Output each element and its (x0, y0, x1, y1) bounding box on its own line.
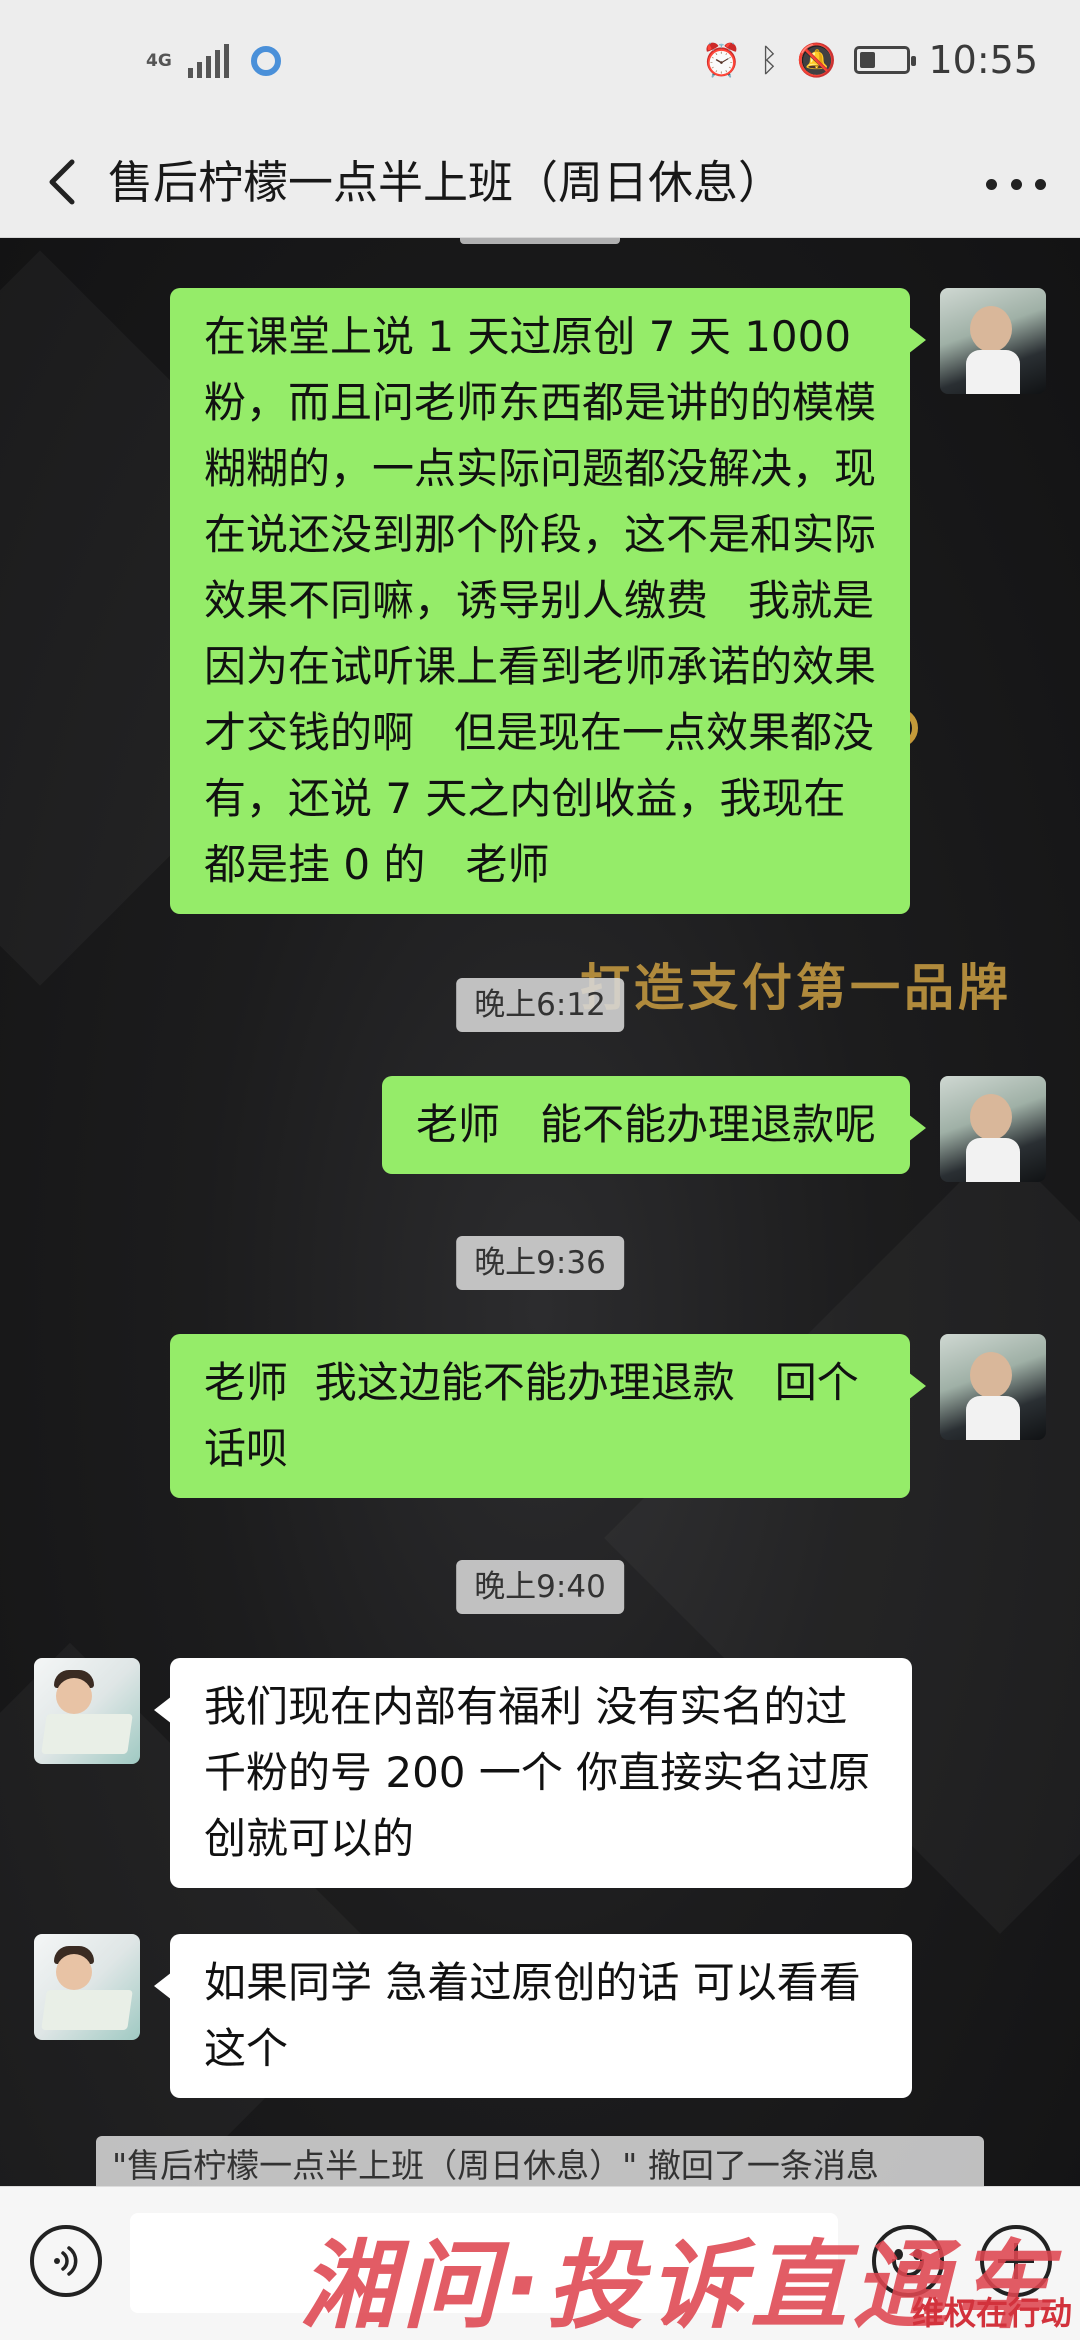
bluetooth-icon: ᛒ (759, 41, 779, 79)
app-notification-icon (250, 46, 281, 76)
timestamp: 晚上6:12 (456, 978, 624, 1032)
back-button[interactable] (34, 152, 94, 212)
alarm-icon: ⏰ (701, 41, 742, 79)
signal-icon (187, 44, 229, 78)
more-button[interactable] (986, 164, 1046, 204)
input-bar (0, 2186, 1080, 2340)
plus-button[interactable] (980, 2225, 1052, 2297)
message-bubble[interactable]: 如果同学 急着过原创的话 可以看看这个 (154, 1934, 912, 2098)
mute-icon: 🔕 (796, 41, 837, 79)
my-avatar[interactable] (940, 1334, 1046, 1440)
status-bar: 4G ⏰ ᛒ 🔕 10:55 (0, 0, 1080, 130)
battery-icon (854, 46, 917, 74)
my-avatar[interactable] (940, 288, 1046, 394)
message-bubble[interactable]: 老师 我这边能不能办理退款 回个话呗 (170, 1334, 926, 1498)
status-time: 10:55 (928, 38, 1038, 82)
chat-header: 售后柠檬一点半上班（周日休息） (0, 130, 1080, 238)
emoji-button[interactable] (872, 2225, 944, 2297)
network-type: 4G (146, 50, 172, 71)
message-bubble[interactable]: 我们现在内部有福利 没有实名的过千粉的号 200 一个 你直接实名过原创就可以的 (154, 1658, 912, 1888)
my-avatar[interactable] (940, 1076, 1046, 1182)
chevron-left-icon (49, 159, 75, 205)
timestamp: 晚上9:36 (456, 1236, 624, 1290)
recall-notice: "售后柠檬一点半上班（周日休息）" 撤回了一条消息 (96, 2136, 984, 2186)
previous-timestamp-stub (460, 238, 620, 244)
timestamp: 晚上9:40 (456, 1560, 624, 1614)
status-right: ⏰ ᛒ 🔕 10:55 (702, 38, 1038, 82)
message-bubble[interactable]: 老师 能不能办理退款呢 (381, 1076, 927, 1174)
voice-button[interactable] (30, 2225, 102, 2297)
contact-avatar[interactable] (34, 1934, 140, 2040)
background-slogan: 打造支付第一品牌 (580, 959, 1012, 1017)
message-input[interactable] (130, 2213, 838, 2313)
voice-icon (54, 2246, 78, 2276)
status-left: 4G (146, 44, 281, 78)
more-dots-icon (986, 178, 997, 190)
chat-title: 售后柠檬一点半上班（周日休息） (108, 156, 784, 209)
chat-message-list[interactable]: 打造支付第一品牌 在课堂上说 1 天过原创 7 天 1000 粉，而且问老师东西… (0, 238, 1080, 2186)
contact-avatar[interactable] (34, 1658, 140, 1764)
message-bubble[interactable]: 在课堂上说 1 天过原创 7 天 1000 粉，而且问老师东西都是讲的的模模糊糊… (170, 288, 926, 914)
